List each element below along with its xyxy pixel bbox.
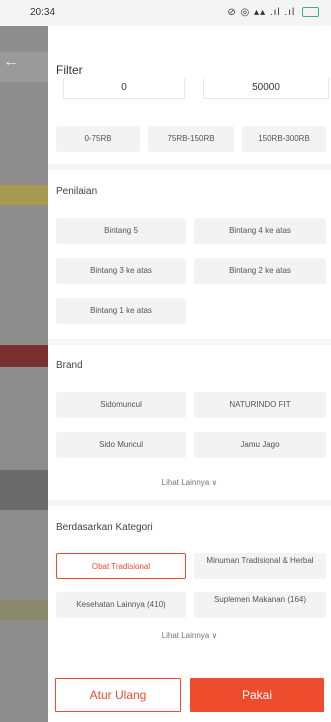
battery-icon [302,7,319,18]
background-row [0,185,48,205]
drawer-title: Filter [56,63,83,77]
background-row [0,600,48,620]
rating-chip-4-up[interactable]: Bintang 4 ke atas [194,218,326,244]
drawer-footer: Atur Ulang Pakai [48,648,331,722]
background-row [0,470,48,510]
rating-chip-2-up[interactable]: Bintang 2 ke atas [194,258,326,284]
apply-button[interactable]: Pakai [190,678,324,712]
background-page [0,0,48,722]
reset-button[interactable]: Atur Ulang [55,678,181,712]
section-divider [48,339,331,345]
category-chip-kesehatan-lainnya[interactable]: Kesehatan Lainnya (410) [56,592,186,618]
back-arrow-icon[interactable]: ← [0,52,48,72]
section-divider [48,164,331,170]
brand-see-more-link[interactable]: Lihat Lainnya ∨ [48,478,331,487]
status-time: 20:34 [30,7,56,18]
brand-chip-jamu-jago[interactable]: Jamu Jago [194,432,326,458]
category-see-more-link[interactable]: Lihat Lainnya ∨ [48,631,331,640]
filter-drawer: Filter 0 50000 0-75RB 75RB-150RB 150RB-3… [48,26,331,722]
brand-chip-naturindo[interactable]: NATURINDO FIT [194,392,326,418]
status-bar: 20:34 ⊘ ◎ ▴▴ .ıl .ıl [0,0,331,26]
status-indicators-icon: ⊘ ◎ ▴▴ .ıl .ıl [227,7,296,18]
rating-section-title: Penilaian [56,186,98,197]
price-min-input[interactable]: 0 [63,78,185,99]
rating-chip-1-up[interactable]: Bintang 1 ke atas [56,298,186,324]
brand-chip-sido-muncul[interactable]: Sido Muncul [56,432,186,458]
category-section-title: Berdasarkan Kategori [56,522,153,533]
brand-chip-sidomuncul[interactable]: Sidomuncul [56,392,186,418]
background-row [0,345,48,367]
price-range-chip[interactable]: 150RB-300RB [242,126,326,152]
price-range-chip[interactable]: 0-75RB [56,126,140,152]
status-icons: ⊘ ◎ ▴▴ .ıl .ıl [227,7,319,18]
price-range-chip[interactable]: 75RB-150RB [148,126,234,152]
price-max-input[interactable]: 50000 [203,78,329,99]
category-chip-suplemen[interactable]: Suplemen Makanan (164) [194,592,326,618]
rating-chip-3-up[interactable]: Bintang 3 ke atas [56,258,186,284]
category-chip-minuman-herbal[interactable]: Minuman Tradisional & Herbal [194,553,326,579]
category-chip-obat-tradisional[interactable]: Obat Tradisional [56,553,186,579]
drawer-header: Filter [48,26,331,78]
section-divider [48,500,331,506]
brand-section-title: Brand [56,360,83,371]
rating-chip-5[interactable]: Bintang 5 [56,218,186,244]
